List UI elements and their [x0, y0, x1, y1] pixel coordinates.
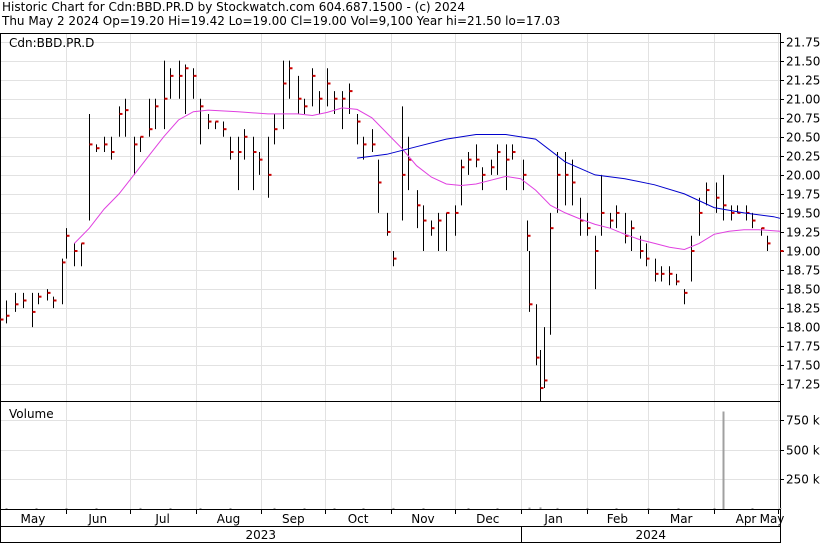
volume-label: Volume — [9, 407, 54, 421]
month-label: Sep — [282, 512, 305, 526]
month-label: Jul — [154, 512, 169, 526]
month-label: May — [21, 512, 46, 526]
price-tick-label: 21.50 — [786, 55, 820, 69]
price-tick-label: 20.00 — [786, 169, 820, 183]
price-tick-label: 17.75 — [786, 340, 820, 354]
month-label: Feb — [607, 512, 628, 526]
volume-y-axis: 750 k 500 k 250 k — [780, 414, 820, 487]
stock-chart: Cdn:BBD.PR.D Volume 21.75 21.50 21.25 21.00… — [0, 33, 820, 543]
month-label: May — [760, 512, 785, 526]
price-tick-label: 18.75 — [786, 264, 820, 278]
volume-panel-frame — [0, 401, 781, 510]
price-tick-label: 19.50 — [786, 207, 820, 221]
price-tick-label: 18.50 — [786, 283, 820, 297]
year-label: 2024 — [635, 528, 666, 542]
month-label: Aug — [217, 512, 240, 526]
price-tick-label: 17.25 — [786, 378, 820, 392]
ma-short-line — [74, 107, 781, 251]
price-tick-label: 17.50 — [786, 359, 820, 373]
price-y-axis: 21.75 21.50 21.25 21.00 20.75 20.50 20.25 20.00… — [780, 36, 820, 392]
year-label: 2023 — [245, 528, 276, 542]
month-label: Dec — [476, 512, 499, 526]
price-tick-label: 20.50 — [786, 131, 820, 145]
volume-tick-label: 500 k — [786, 444, 820, 458]
price-tick-label: 19.25 — [786, 226, 820, 240]
price-tick-label: 19.00 — [786, 245, 820, 259]
month-label: Jan — [543, 512, 563, 526]
month-label: Jun — [87, 512, 107, 526]
price-tick-label: 21.00 — [786, 93, 820, 107]
grid-lines — [0, 34, 780, 509]
volume-tick-label: 750 k — [786, 414, 820, 428]
price-tick-label: 21.75 — [786, 36, 820, 50]
price-tick-label: 20.25 — [786, 150, 820, 164]
moving-averages — [74, 107, 781, 251]
price-tick-label: 21.25 — [786, 74, 820, 88]
volume-tick-label: 250 k — [786, 473, 820, 487]
month-label: Apr — [736, 512, 757, 526]
month-label: Nov — [411, 512, 434, 526]
volume-bars — [5, 411, 782, 509]
month-label: Mar — [670, 512, 693, 526]
price-tick-label: 18.00 — [786, 321, 820, 335]
symbol-label: Cdn:BBD.PR.D — [9, 36, 94, 50]
price-tick-label: 19.75 — [786, 188, 820, 202]
month-label: Oct — [348, 512, 369, 526]
price-tick-label: 18.25 — [786, 302, 820, 316]
price-tick-label: 20.75 — [786, 112, 820, 126]
